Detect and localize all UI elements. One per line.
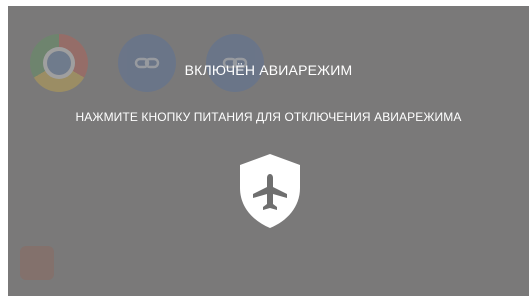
airplane-mode-message: НАЖМИТЕ КНОПКУ ПИТАНИЯ ДЛЯ ОТКЛЮЧЕНИЯ АВ…	[75, 110, 462, 124]
app-icon	[20, 246, 54, 280]
screen-frame: ВКЛЮЧЁН АВИАРЕЖИМ НАЖМИТЕ КНОПКУ ПИТАНИЯ…	[0, 0, 531, 296]
airplane-shield-icon	[237, 152, 303, 230]
airplane-mode-overlay: ВКЛЮЧЁН АВИАРЕЖИМ НАЖМИТЕ КНОПКУ ПИТАНИЯ…	[8, 6, 529, 296]
airplane-mode-title: ВКЛЮЧЁН АВИАРЕЖИМ	[184, 62, 353, 78]
